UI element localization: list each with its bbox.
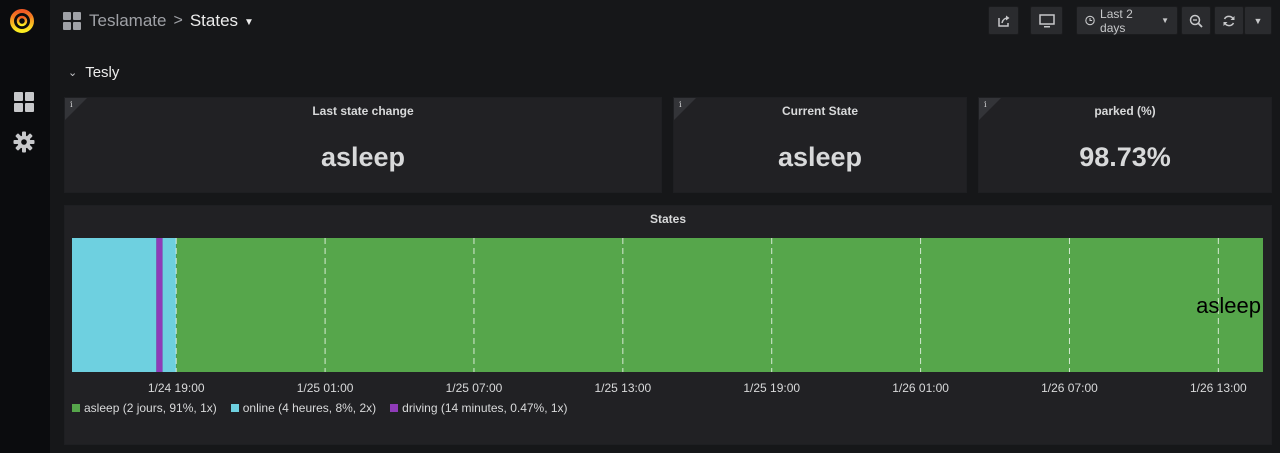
x-tick-label: 1/26 01:00 (892, 381, 949, 395)
state-timeline-chart[interactable]: 1/24 19:00 1/25 01:00 1/25 07:00 1/25 13:00… (65, 206, 1273, 396)
refresh-button[interactable] (1214, 6, 1244, 35)
dashboard-title[interactable]: States (190, 11, 238, 31)
legend-label: driving (14 minutes, 0.47%, 1x) (402, 401, 568, 415)
segment-driving[interactable] (156, 238, 163, 372)
share-button[interactable] (988, 6, 1019, 35)
refresh-interval-dropdown[interactable]: ▼ (1244, 6, 1272, 35)
legend-item-driving[interactable]: driving (14 minutes, 0.47%, 1x) (390, 401, 568, 415)
legend-swatch (72, 404, 80, 412)
breadcrumb-folder-link[interactable]: Teslamate (89, 11, 166, 31)
time-range-picker[interactable]: Last 2 days ▼ (1076, 6, 1178, 35)
tv-mode-button[interactable] (1030, 6, 1063, 35)
segment-online[interactable] (72, 238, 157, 372)
panel-title[interactable]: Last state change (65, 104, 661, 118)
chart-legend: asleep (2 jours, 91%, 1x) online (4 heure… (72, 401, 568, 415)
chevron-down-icon: ▼ (1253, 15, 1263, 26)
panel-title[interactable]: Current State (674, 104, 966, 118)
monitor-icon (1038, 13, 1055, 27)
chevron-down-icon[interactable]: ▼ (244, 17, 254, 28)
stat-value: asleep (777, 142, 863, 172)
gear-icon[interactable] (10, 128, 38, 156)
side-menu (0, 0, 50, 453)
panel-title[interactable]: parked (%) (979, 104, 1271, 118)
legend-label: asleep (2 jours, 91%, 1x) (84, 401, 217, 415)
panel-last-state-change: i Last state change asleep (64, 97, 662, 193)
x-tick-label: 1/24 19:00 (148, 381, 205, 395)
refresh-icon (1223, 15, 1235, 26)
x-tick-label: 1/25 07:00 (446, 381, 503, 395)
legend-item-online[interactable]: online (4 heures, 8%, 2x) (230, 401, 377, 415)
x-tick-label: 1/25 01:00 (297, 381, 354, 395)
legend-swatch (230, 404, 239, 412)
legend-item-asleep[interactable]: asleep (2 jours, 91%, 1x) (72, 401, 217, 415)
x-tick-label: 1/25 13:00 (594, 381, 651, 395)
legend-swatch (390, 404, 399, 412)
time-range-label: Last 2 days (1100, 6, 1133, 35)
dashboards-icon[interactable] (10, 88, 38, 116)
time-range-caret-icon: ▼ (1161, 16, 1169, 25)
dashboard-grid-icon (63, 12, 81, 30)
breadcrumb: Teslamate > States ▼ (63, 11, 254, 31)
grafana-logo-icon[interactable] (8, 6, 36, 34)
row-header-tesly[interactable]: ⌄ Tesly (68, 64, 119, 81)
share-icon (997, 15, 1009, 27)
panel-current-state: i Current State asleep (673, 97, 967, 193)
stat-value: asleep (320, 142, 406, 172)
x-tick-label: 1/26 07:00 (1041, 381, 1098, 395)
panel-parked-percent: i parked (%) 98.73% (978, 97, 1272, 193)
zoom-out-button[interactable] (1181, 6, 1211, 35)
zoom-out-icon (1189, 14, 1203, 28)
segment-asleep[interactable] (176, 238, 1263, 372)
legend-label: online (4 heures, 8%, 2x) (242, 401, 377, 415)
current-value-label: asleep (1196, 293, 1261, 318)
x-tick-label: 1/25 19:00 (743, 381, 800, 395)
panel-states-chart: States 1/24 19:00 1/25 01:00 1/25 07:00 1/2… (64, 205, 1272, 445)
row-title: Tesly (85, 64, 120, 81)
breadcrumb-separator: > (173, 12, 183, 29)
chevron-down-icon: ⌄ (68, 67, 78, 79)
top-navbar: Teslamate > States ▼ Last 2 days ▼ ▼ (50, 0, 1280, 44)
x-tick-label: 1/26 13:00 (1190, 381, 1247, 395)
clock-icon (1085, 15, 1095, 26)
stat-value: 98.73% (1079, 142, 1171, 172)
segment-online[interactable] (162, 238, 177, 372)
